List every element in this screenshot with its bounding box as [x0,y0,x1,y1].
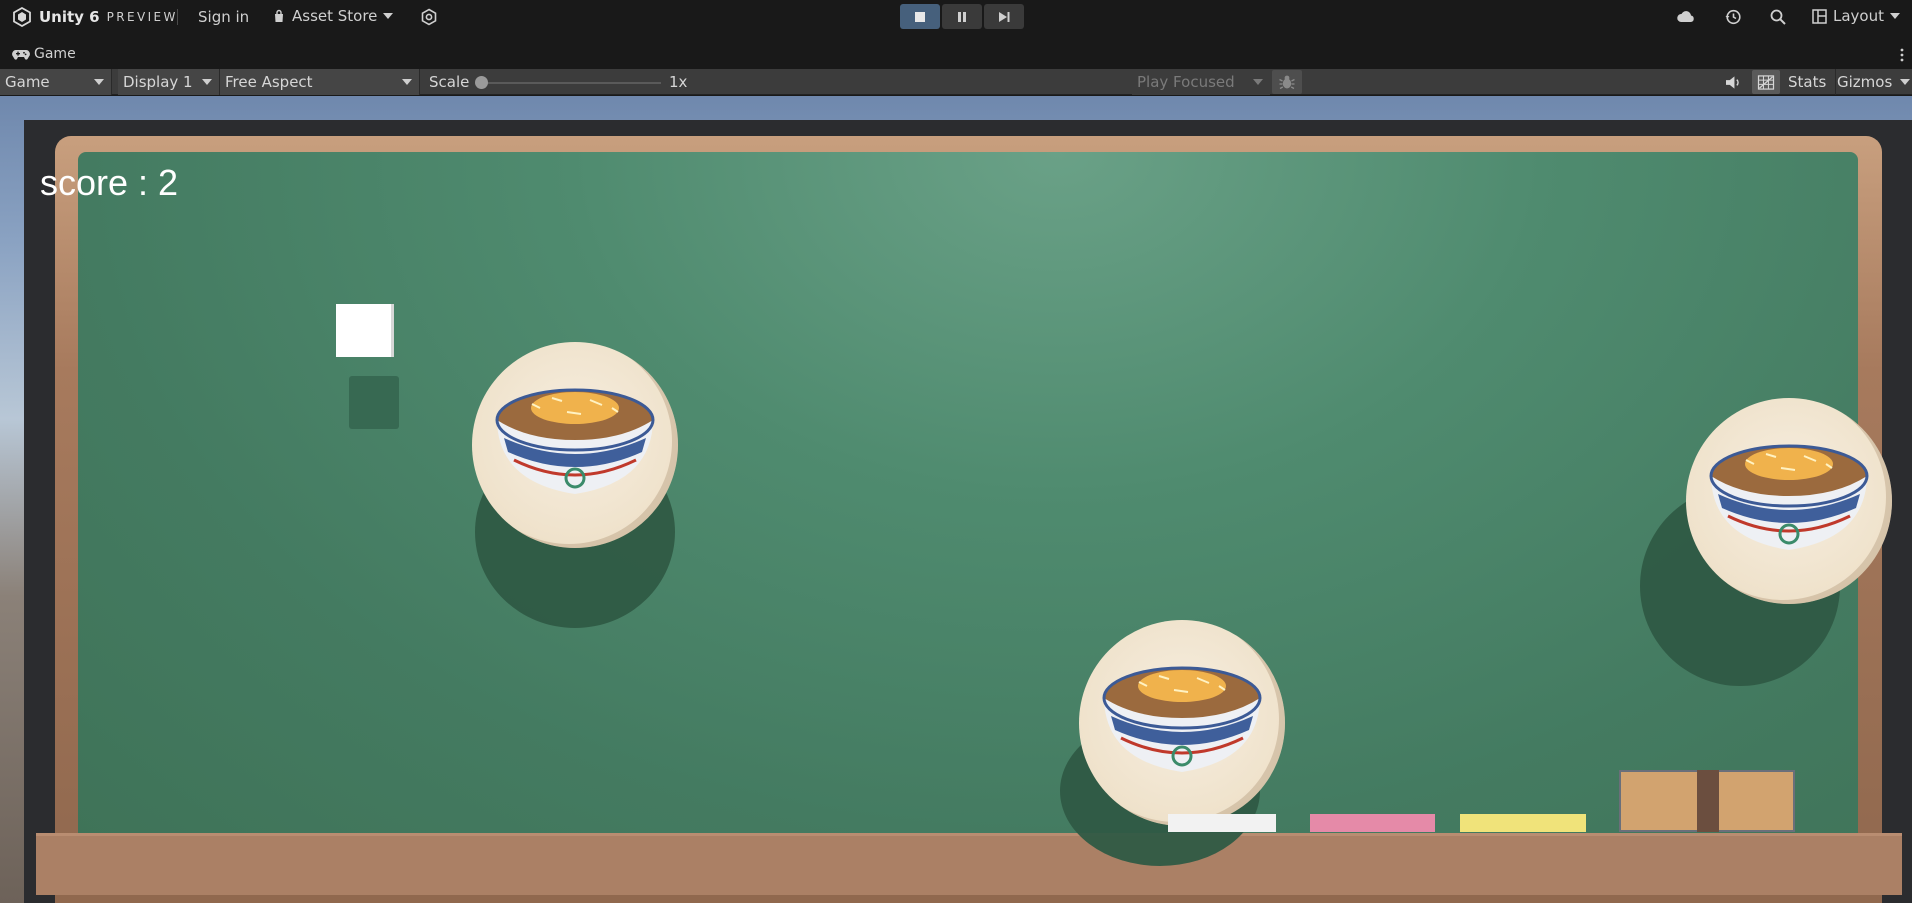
toolbar-divider [177,9,178,25]
aspect-label: Free Aspect [225,73,313,91]
layout-icon [1812,8,1827,24]
play-controls [900,4,1024,29]
gyudon-icon [1709,444,1869,550]
scale-label: Scale [429,73,470,91]
cart-icon [275,9,283,22]
scale-slider-track[interactable] [481,82,661,84]
sign-in-button[interactable]: Sign in [198,8,249,26]
cube-shadow [349,376,399,429]
eraser-white [1168,814,1276,832]
stop-button[interactable] [900,4,940,29]
layout-label: Layout [1833,7,1884,25]
step-button[interactable] [984,4,1024,29]
app-name: Unity 6 [39,8,100,26]
layout-dropdown[interactable]: Layout [1812,7,1900,25]
toggle-grid-button[interactable] [1752,70,1780,94]
eraser-pink [1310,814,1435,832]
chevron-down-icon [1900,79,1910,85]
debug-button[interactable] [1272,70,1302,94]
view-select-label: Game [5,73,50,91]
gyudon-bowl [472,342,678,548]
score-text: score : 2 [40,162,179,203]
chalk-tray [36,833,1902,895]
eraser-yellow [1460,814,1586,832]
scale-value: 1x [669,73,688,91]
box-band [1697,770,1719,832]
edition-label: PREVIEW [106,10,178,24]
chevron-down-icon [94,79,104,85]
grid-icon [1757,74,1775,90]
chalkboard [78,152,1858,842]
gizmos-label: Gizmos [1837,73,1893,91]
pause-button[interactable] [942,4,982,29]
top-toolbar: Unity 6 PREVIEW Sign in Asset Store Layo… [0,0,1912,34]
stats-button[interactable]: Stats [1788,73,1826,91]
gamepad-icon [12,49,30,60]
gyudon-bowl [1079,620,1285,826]
tab-game-label: Game [34,46,76,62]
bug-icon [1279,75,1295,90]
stop-icon [915,11,925,22]
chevron-down-icon [1890,13,1900,19]
step-icon [999,11,1010,22]
more-options-icon[interactable] [1900,47,1904,63]
asset-store-label: Asset Store [292,7,378,25]
play-mode-label: Play Focused [1137,73,1235,91]
history-icon[interactable] [1724,7,1742,27]
cloud-icon[interactable] [1676,7,1696,27]
scale-slider-handle[interactable] [475,76,488,89]
display-dropdown[interactable]: Display 1 [118,69,220,95]
gyudon-icon [1102,666,1262,772]
gyudon-bowl [1686,398,1892,604]
asset-store-button[interactable]: Asset Store [272,7,394,25]
chevron-down-icon [1253,79,1263,85]
search-icon[interactable] [1769,7,1787,27]
tab-game[interactable]: Game [12,46,76,62]
white-cube [336,304,391,357]
gizmos-dropdown[interactable]: Gizmos [1835,69,1912,95]
unity-brand: Unity 6 PREVIEW [12,7,178,27]
gyudon-icon [495,388,655,494]
game-view-toolbar: Game Display 1 Free Aspect Scale 1x Play… [0,69,1912,95]
speaker-icon [1725,75,1739,89]
game-viewport[interactable]: score : 2 [0,96,1912,903]
chevron-down-icon [202,79,212,85]
mute-audio-button[interactable] [1720,72,1746,92]
chevron-down-icon [383,13,394,19]
display-label: Display 1 [123,73,193,91]
pause-icon [958,11,966,22]
aspect-dropdown[interactable]: Free Aspect [220,69,420,95]
play-mode-dropdown[interactable]: Play Focused [1132,69,1270,95]
window-tab-row: Game [0,43,1912,69]
settings-icon[interactable] [420,8,438,26]
unity-logo-icon [13,7,31,27]
view-select-dropdown[interactable]: Game [0,69,112,95]
chevron-down-icon [402,79,412,85]
